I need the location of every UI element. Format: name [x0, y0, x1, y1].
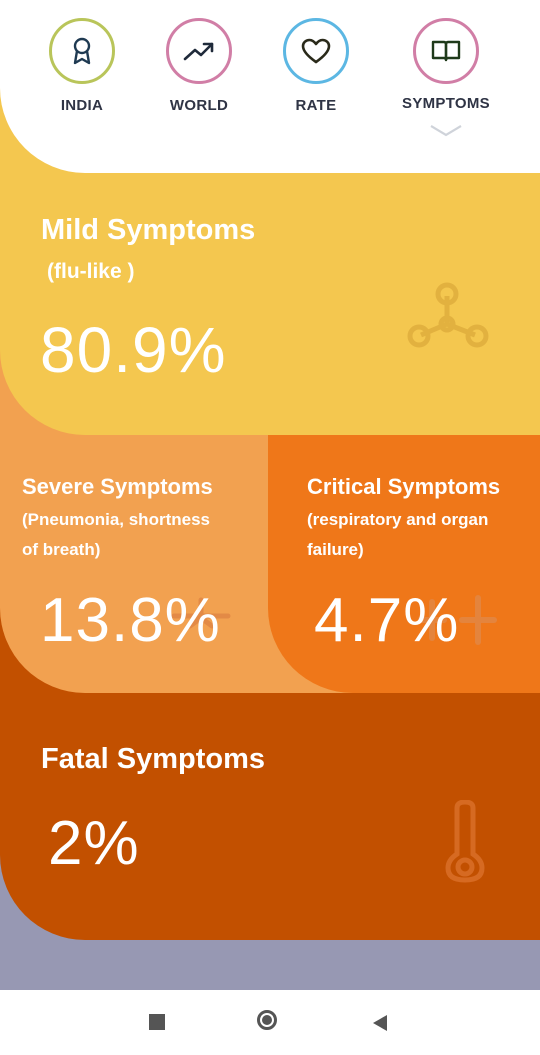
- mild-value: 80.9%: [40, 314, 227, 386]
- thermometer-icon: [445, 800, 485, 883]
- nav-label: RATE: [295, 97, 337, 114]
- fatal-value: 2%: [48, 809, 140, 878]
- nav-item-rate[interactable]: RATE: [261, 18, 371, 114]
- nav-circle: [283, 18, 349, 84]
- severe-subtitle-line2: of breath): [22, 540, 101, 559]
- heart-icon: [301, 38, 331, 63]
- share-nodes-icon: [407, 282, 489, 348]
- chevron-down-icon: [430, 125, 462, 137]
- nav-label: INDIA: [60, 97, 104, 114]
- nav-circle: [49, 18, 115, 84]
- critical-title: Critical Symptoms: [307, 474, 501, 499]
- nav-label: WORLD: [169, 97, 229, 114]
- nav-label: SYMPTOMS: [402, 95, 490, 112]
- severe-value: 13.8%: [40, 586, 221, 655]
- nav-circle: [413, 18, 479, 84]
- nav-circle: [166, 18, 232, 84]
- mild-subtitle: (flu-like ): [47, 260, 135, 283]
- back-triangle-icon[interactable]: [371, 1013, 389, 1033]
- critical-subtitle-line1: (respiratory and organ: [307, 510, 489, 529]
- recents-square-icon[interactable]: [149, 1014, 165, 1030]
- nav-item-india[interactable]: INDIA: [27, 18, 137, 114]
- award-icon: [73, 37, 91, 65]
- fatal-title: Fatal Symptoms: [41, 743, 265, 775]
- nav-item-world[interactable]: WORLD: [144, 18, 254, 114]
- critical-value: 4.7%: [314, 586, 460, 655]
- mild-title: Mild Symptoms: [41, 214, 256, 246]
- severe-subtitle-line1: (Pneumonia, shortness: [22, 510, 210, 529]
- book-icon: [431, 40, 461, 62]
- nav-item-symptoms[interactable]: SYMPTOMS: [391, 18, 501, 137]
- system-nav-bar: [0, 990, 540, 1055]
- severe-title: Severe Symptoms: [22, 474, 213, 499]
- trending-up-icon: [183, 42, 214, 61]
- home-circle-icon[interactable]: [257, 1010, 277, 1030]
- critical-subtitle-line2: failure): [307, 540, 364, 559]
